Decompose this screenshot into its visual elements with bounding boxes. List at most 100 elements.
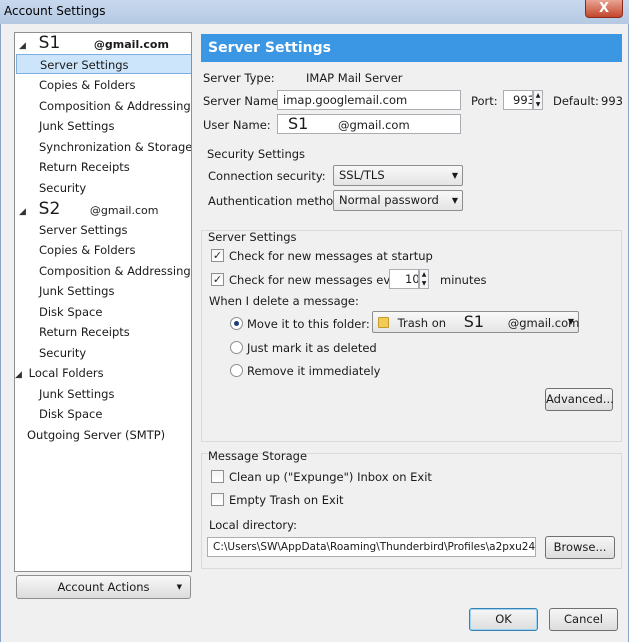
- check-interval-stepper[interactable]: ▲ ▼: [419, 269, 429, 289]
- tree-item-security[interactable]: Security: [39, 178, 86, 198]
- remove-immediately-radio[interactable]: [230, 364, 243, 377]
- button-label: Account Actions: [57, 580, 150, 594]
- dropdown-arrow-icon: ▼: [176, 583, 182, 591]
- tree-outgoing-server[interactable]: Outgoing Server (SMTP): [27, 425, 165, 445]
- advanced-button[interactable]: Advanced...: [545, 388, 614, 411]
- tree-item-label: Junk Settings: [39, 387, 115, 401]
- tree-item-label: Server Settings: [39, 223, 128, 237]
- tree-item-server-settings[interactable]: Server Settings: [16, 54, 191, 74]
- tree-item-label: Outgoing Server (SMTP): [27, 428, 166, 442]
- mark-deleted-radio[interactable]: [230, 341, 243, 354]
- message-storage-group: Message Storage Clean up ("Expunge") Inb…: [201, 449, 622, 569]
- tree-item-junk-settings[interactable]: Junk Settings: [39, 281, 114, 301]
- tree-item-composition[interactable]: Composition & Addressing: [39, 261, 191, 281]
- account-name: S1: [38, 33, 61, 53]
- account-actions-button[interactable]: Account Actions ▼: [16, 575, 191, 599]
- account-email: @gmail.com: [93, 38, 169, 51]
- tree-item-disk-space[interactable]: Disk Space: [39, 404, 102, 424]
- cancel-button[interactable]: Cancel: [549, 608, 618, 631]
- move-to-folder-label: Move it to this folder:: [247, 317, 370, 331]
- local-directory-label: Local directory:: [209, 518, 297, 532]
- mark-deleted-label: Just mark it as deleted: [247, 341, 377, 355]
- select-value: Normal password: [339, 193, 439, 207]
- check-every-checkbox[interactable]: ✓: [211, 273, 224, 286]
- tree-account-s1[interactable]: ◢ S1 @gmail.com: [19, 33, 169, 53]
- collapse-triangle-icon[interactable]: ◢: [19, 202, 29, 222]
- tree-item-server-settings[interactable]: Server Settings: [39, 220, 128, 240]
- ok-button[interactable]: OK: [469, 608, 538, 631]
- tree-item-disk-space[interactable]: Disk Space: [39, 302, 102, 322]
- user-name-input[interactable]: S1 @gmail.com: [277, 114, 461, 134]
- account-tree[interactable]: ◢ S1 @gmail.com Server Settings Copies &…: [14, 32, 192, 572]
- stepper-down-icon[interactable]: ▼: [534, 100, 542, 109]
- default-port-label: Default:: [553, 94, 599, 108]
- tree-item-label: Junk Settings: [39, 119, 115, 133]
- page-title: Server Settings: [201, 34, 622, 62]
- stepper-up-icon[interactable]: ▲: [420, 270, 428, 279]
- group-title: Security Settings: [207, 147, 306, 161]
- tree-item-junk-settings[interactable]: Junk Settings: [39, 116, 114, 136]
- tree-item-label: Junk Settings: [39, 284, 115, 298]
- connection-security-label: Connection security:: [208, 169, 326, 183]
- server-name-label: Server Name:: [203, 94, 283, 108]
- tree-item-label: Server Settings: [40, 58, 129, 72]
- tree-item-label: Synchronization & Storage: [39, 140, 192, 154]
- tree-account-s2[interactable]: ◢ S2 @gmail.com: [19, 199, 158, 219]
- tree-item-label: Security: [39, 346, 87, 360]
- empty-trash-label: Empty Trash on Exit: [229, 493, 344, 507]
- stepper-up-icon[interactable]: ▲: [534, 91, 542, 100]
- check-startup-checkbox[interactable]: ✓: [211, 249, 224, 262]
- tree-item-return-receipts[interactable]: Return Receipts: [39, 157, 130, 177]
- auth-method-select[interactable]: Normal password ▼: [333, 190, 463, 211]
- local-directory-input[interactable]: C:\Users\SW\AppData\Roaming\Thunderbird\…: [207, 537, 536, 557]
- server-type-value: IMAP Mail Server: [306, 71, 403, 85]
- tree-item-copies-folders[interactable]: Copies & Folders: [39, 75, 135, 95]
- tree-item-composition[interactable]: Composition & Addressing: [39, 96, 191, 116]
- dropdown-arrow-icon: ▼: [451, 171, 458, 180]
- port-stepper[interactable]: ▲ ▼: [533, 90, 543, 110]
- tree-item-label: Disk Space: [39, 407, 103, 421]
- minutes-label: minutes: [440, 273, 487, 287]
- stepper-down-icon[interactable]: ▼: [420, 279, 428, 288]
- port-input[interactable]: 993: [503, 90, 533, 110]
- tree-item-security[interactable]: Security: [39, 343, 86, 363]
- server-settings-group: Server Settings ✓ Check for new messages…: [201, 230, 622, 442]
- tree-local-folders[interactable]: ◢ Local Folders: [15, 363, 104, 383]
- auth-method-label: Authentication method:: [208, 194, 345, 208]
- user-name-account: S1: [288, 114, 309, 133]
- folder-icon: [378, 317, 389, 328]
- close-icon: X: [598, 1, 610, 16]
- tree-item-return-receipts[interactable]: Return Receipts: [39, 322, 130, 342]
- trash-prefix: Trash on: [397, 316, 447, 330]
- close-button[interactable]: X: [585, 0, 623, 18]
- tree-item-label: Composition & Addressing: [39, 99, 191, 113]
- account-email: @gmail.com: [89, 204, 159, 217]
- tree-item-label: Return Receipts: [39, 160, 130, 174]
- browse-button[interactable]: Browse...: [545, 536, 615, 559]
- collapse-triangle-icon[interactable]: ◢: [15, 365, 25, 385]
- empty-trash-checkbox[interactable]: [211, 493, 224, 506]
- cleanup-inbox-checkbox[interactable]: [211, 470, 224, 483]
- tree-item-junk-settings[interactable]: Junk Settings: [39, 384, 114, 404]
- connection-security-select[interactable]: SSL/TLS ▼: [333, 165, 463, 186]
- group-title: Message Storage: [208, 449, 308, 463]
- account-name: Local Folders: [28, 366, 104, 380]
- checkmark-icon: ✓: [212, 273, 223, 286]
- move-to-folder-radio[interactable]: [230, 317, 243, 330]
- check-every-label: Check for new messages every: [229, 273, 409, 287]
- server-name-input[interactable]: imap.googlemail.com: [277, 90, 461, 110]
- tree-item-sync-storage[interactable]: Synchronization & Storage: [39, 137, 192, 157]
- security-settings-group: Security Settings Connection security: S…: [201, 142, 622, 218]
- checkmark-icon: ✓: [212, 249, 223, 262]
- trash-folder-select[interactable]: Trash on S1 @gmail.com ▼: [372, 311, 579, 333]
- user-name-domain: @gmail.com: [338, 118, 410, 132]
- tree-item-copies-folders[interactable]: Copies & Folders: [39, 240, 135, 260]
- tree-item-label: Security: [39, 181, 87, 195]
- dropdown-arrow-icon: ▼: [567, 317, 574, 326]
- check-interval-input[interactable]: 10: [389, 269, 419, 289]
- cleanup-inbox-label: Clean up ("Expunge") Inbox on Exit: [229, 470, 432, 484]
- tree-item-label: Copies & Folders: [39, 243, 136, 257]
- collapse-triangle-icon[interactable]: ◢: [19, 36, 29, 56]
- delete-behavior-label: When I delete a message:: [209, 294, 359, 308]
- account-name: S2: [38, 199, 61, 219]
